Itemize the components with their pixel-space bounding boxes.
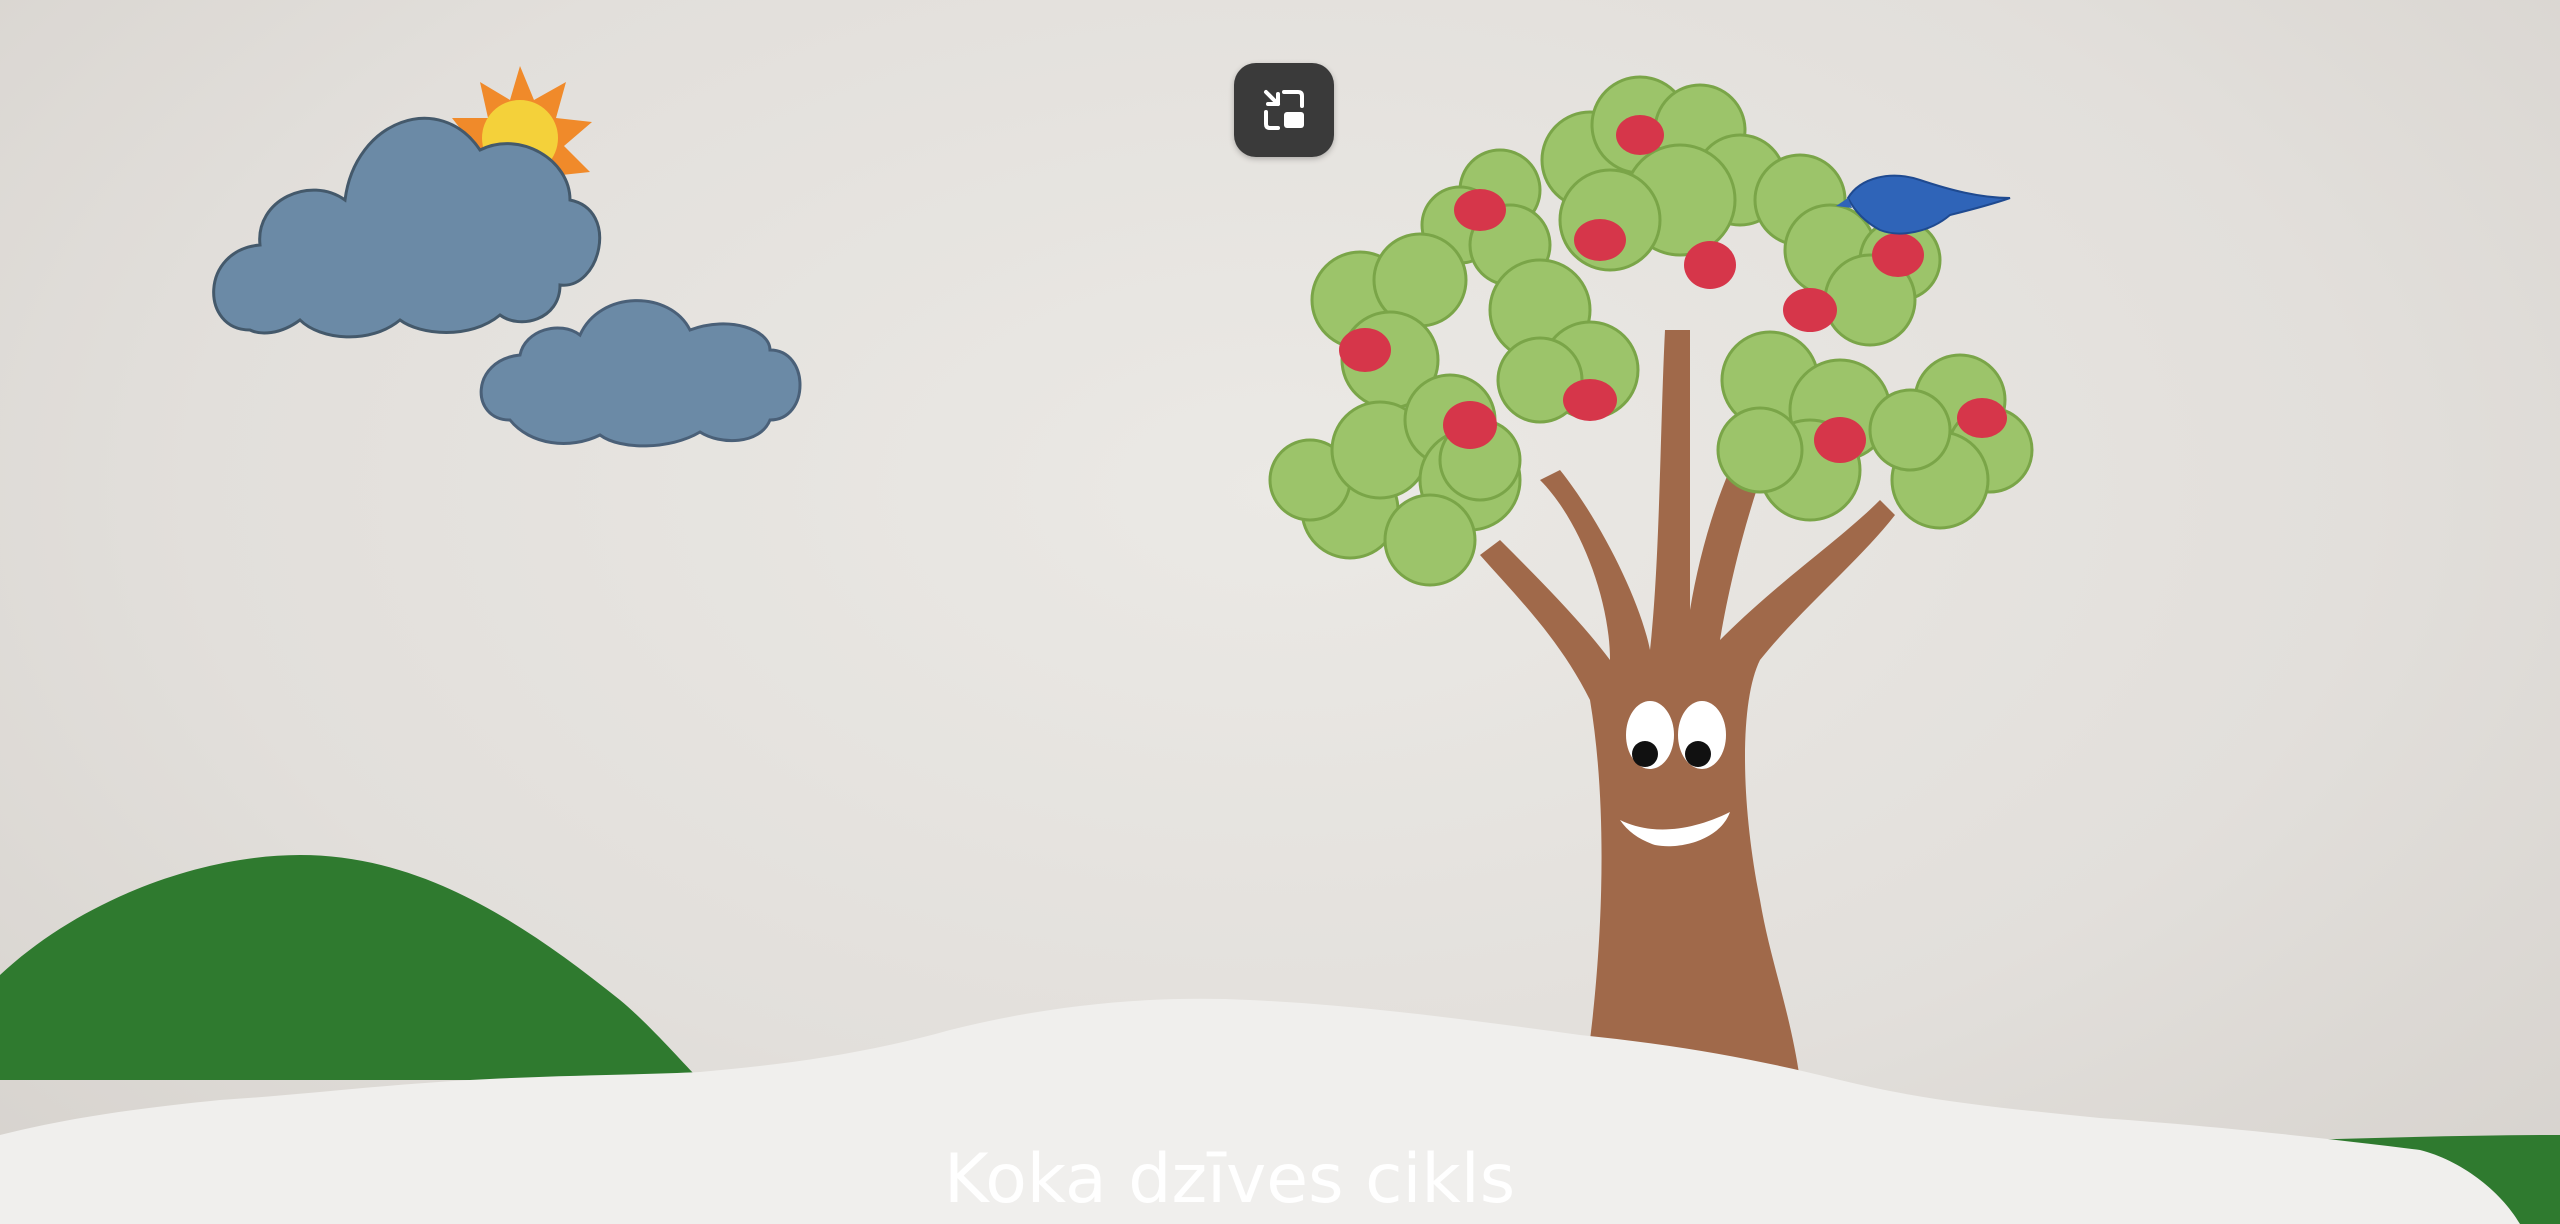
green-hill-left [0,855,700,1080]
video-frame: Koka dzīves cikls [0,0,2560,1224]
cartoon-scene [0,66,2560,1224]
exit-picture-in-picture-icon [1264,90,1304,130]
exit-picture-in-picture-button[interactable] [1234,63,1334,157]
tree-foliage [1268,75,2034,587]
video-caption: Koka dzīves cikls [944,1140,1516,1219]
